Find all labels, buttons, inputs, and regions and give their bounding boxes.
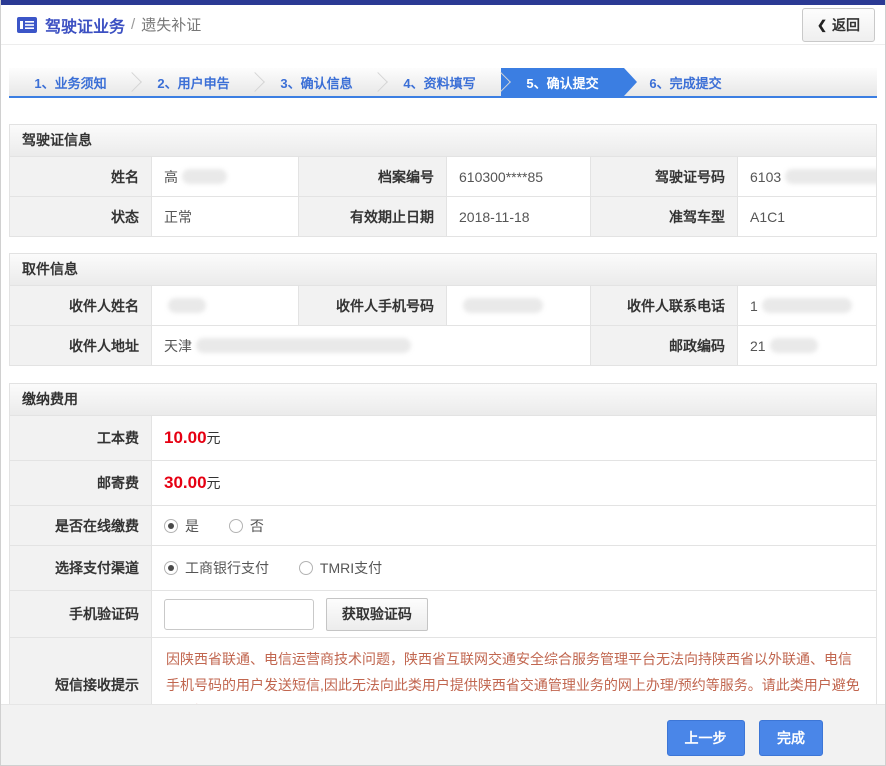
license-no-value: 6103	[738, 157, 877, 197]
wizard-steps: 1、业务须知 2、用户申告 3、确认信息 4、资料填写 5、确认提交 6、完成提…	[9, 68, 877, 98]
redaction-mask	[182, 169, 227, 184]
redaction-mask	[762, 298, 852, 313]
online-pay-options: 是 否	[152, 506, 877, 546]
step-5-confirm-submit[interactable]: 5、确认提交	[501, 68, 624, 96]
back-chevron-icon: ❮	[817, 18, 827, 32]
production-fee-label: 工本费	[10, 416, 152, 461]
table-row: 状态 正常 有效期止日期 2018-11-18 准驾车型 A1C1	[10, 197, 877, 237]
sms-code-label: 手机验证码	[10, 591, 152, 638]
pickup-info-section: 取件信息 收件人姓名 收件人手机号码 收件人联系电话 1 收件人地址 天津 邮政…	[9, 253, 877, 366]
status-label: 状态	[10, 197, 152, 237]
license-service-icon	[17, 17, 37, 33]
redaction-mask	[770, 338, 818, 353]
address-value: 天津	[152, 326, 591, 366]
step-4-fill-data[interactable]: 4、资料填写	[378, 68, 501, 96]
expiry-value: 2018-11-18	[447, 197, 591, 237]
fees-section-title: 缴纳费用	[9, 383, 877, 415]
page-header: 驾驶证业务 / 遗失补证 ❮ 返回	[1, 5, 885, 45]
page-container: 驾驶证业务 / 遗失补证 ❮ 返回 1、业务须知 2、用户申告 3、确认信息 4…	[0, 0, 886, 766]
production-fee-value: 10.00元	[152, 416, 877, 461]
expiry-label: 有效期止日期	[299, 197, 447, 237]
table-row: 收件人姓名 收件人手机号码 收件人联系电话 1	[10, 286, 877, 326]
previous-step-button[interactable]: 上一步	[667, 720, 745, 756]
back-button[interactable]: ❮ 返回	[802, 8, 875, 42]
channel-icbc-label[interactable]: 工商银行支付	[185, 560, 269, 576]
production-fee-amount: 10.00	[164, 428, 207, 447]
license-info-section: 驾驶证信息 姓名 高 档案编号 610300****85 驾驶证号码 6103 …	[9, 124, 877, 237]
online-pay-no-radio[interactable]	[229, 519, 243, 533]
recipient-phone-label: 收件人联系电话	[591, 286, 738, 326]
payment-channel-options: 工商银行支付 TMRI支付	[152, 546, 877, 591]
license-section-title: 驾驶证信息	[9, 124, 877, 156]
postage-fee-label: 邮寄费	[10, 461, 152, 506]
pickup-section-title: 取件信息	[9, 253, 877, 285]
recipient-mobile-value	[447, 286, 591, 326]
online-pay-yes-radio[interactable]	[164, 519, 178, 533]
address-label: 收件人地址	[10, 326, 152, 366]
license-no-label: 驾驶证号码	[591, 157, 738, 197]
table-row: 收件人地址 天津 邮政编码 21	[10, 326, 877, 366]
get-code-button[interactable]: 获取验证码	[326, 598, 428, 631]
sms-code-input[interactable]	[164, 599, 314, 630]
name-value: 高	[152, 157, 299, 197]
online-pay-label: 是否在线缴费	[10, 506, 152, 546]
recipient-name-label: 收件人姓名	[10, 286, 152, 326]
recipient-mobile-label: 收件人手机号码	[299, 286, 447, 326]
redaction-mask	[196, 338, 411, 353]
table-row: 是否在线缴费 是 否	[10, 506, 877, 546]
step-3-confirm-info[interactable]: 3、确认信息	[255, 68, 378, 96]
back-button-label: 返回	[832, 15, 860, 35]
step-1-business-notice[interactable]: 1、业务须知	[9, 68, 132, 96]
postage-fee-value: 30.00元	[152, 461, 877, 506]
postal-code-value: 21	[738, 326, 877, 366]
finish-button[interactable]: 完成	[759, 720, 823, 756]
fees-table: 工本费 10.00元 邮寄费 30.00元 是否在线缴费 是 否 选择支付渠道	[9, 415, 877, 733]
status-value: 正常	[152, 197, 299, 237]
sms-code-field-cell: 获取验证码	[152, 591, 877, 638]
table-row: 邮寄费 30.00元	[10, 461, 877, 506]
step-6-complete-submit[interactable]: 6、完成提交	[624, 68, 747, 96]
file-no-value: 610300****85	[447, 157, 591, 197]
online-pay-no-label[interactable]: 否	[250, 518, 264, 534]
online-pay-yes-label[interactable]: 是	[185, 518, 199, 534]
recipient-phone-value: 1	[738, 286, 877, 326]
breadcrumb-divider: /	[131, 16, 135, 33]
postage-fee-amount: 30.00	[164, 473, 207, 492]
fee-unit: 元	[207, 430, 221, 446]
table-row: 姓名 高 档案编号 610300****85 驾驶证号码 6103	[10, 157, 877, 197]
recipient-name-value	[152, 286, 299, 326]
fees-section: 缴纳费用 工本费 10.00元 邮寄费 30.00元 是否在线缴费 是 否	[9, 383, 877, 733]
breadcrumb-current: 遗失补证	[141, 14, 201, 35]
name-label: 姓名	[10, 157, 152, 197]
redaction-mask	[463, 298, 543, 313]
footer-action-bar: 上一步 完成	[1, 704, 885, 765]
table-row: 选择支付渠道 工商银行支付 TMRI支付	[10, 546, 877, 591]
page-title: 驾驶证业务	[45, 13, 125, 37]
table-row: 手机验证码 获取验证码	[10, 591, 877, 638]
license-info-table: 姓名 高 档案编号 610300****85 驾驶证号码 6103 状态 正常 …	[9, 156, 877, 237]
redaction-mask	[168, 298, 206, 313]
channel-tmri-label[interactable]: TMRI支付	[320, 560, 382, 576]
vehicle-class-label: 准驾车型	[591, 197, 738, 237]
postal-code-label: 邮政编码	[591, 326, 738, 366]
vehicle-class-value: A1C1	[738, 197, 877, 237]
file-no-label: 档案编号	[299, 157, 447, 197]
channel-tmri-radio[interactable]	[299, 561, 313, 575]
step-2-user-declaration[interactable]: 2、用户申告	[132, 68, 255, 96]
channel-icbc-radio[interactable]	[164, 561, 178, 575]
pickup-info-table: 收件人姓名 收件人手机号码 收件人联系电话 1 收件人地址 天津 邮政编码 21	[9, 285, 877, 366]
table-row: 工本费 10.00元	[10, 416, 877, 461]
payment-channel-label: 选择支付渠道	[10, 546, 152, 591]
redaction-mask	[785, 169, 876, 184]
fee-unit: 元	[207, 475, 221, 491]
